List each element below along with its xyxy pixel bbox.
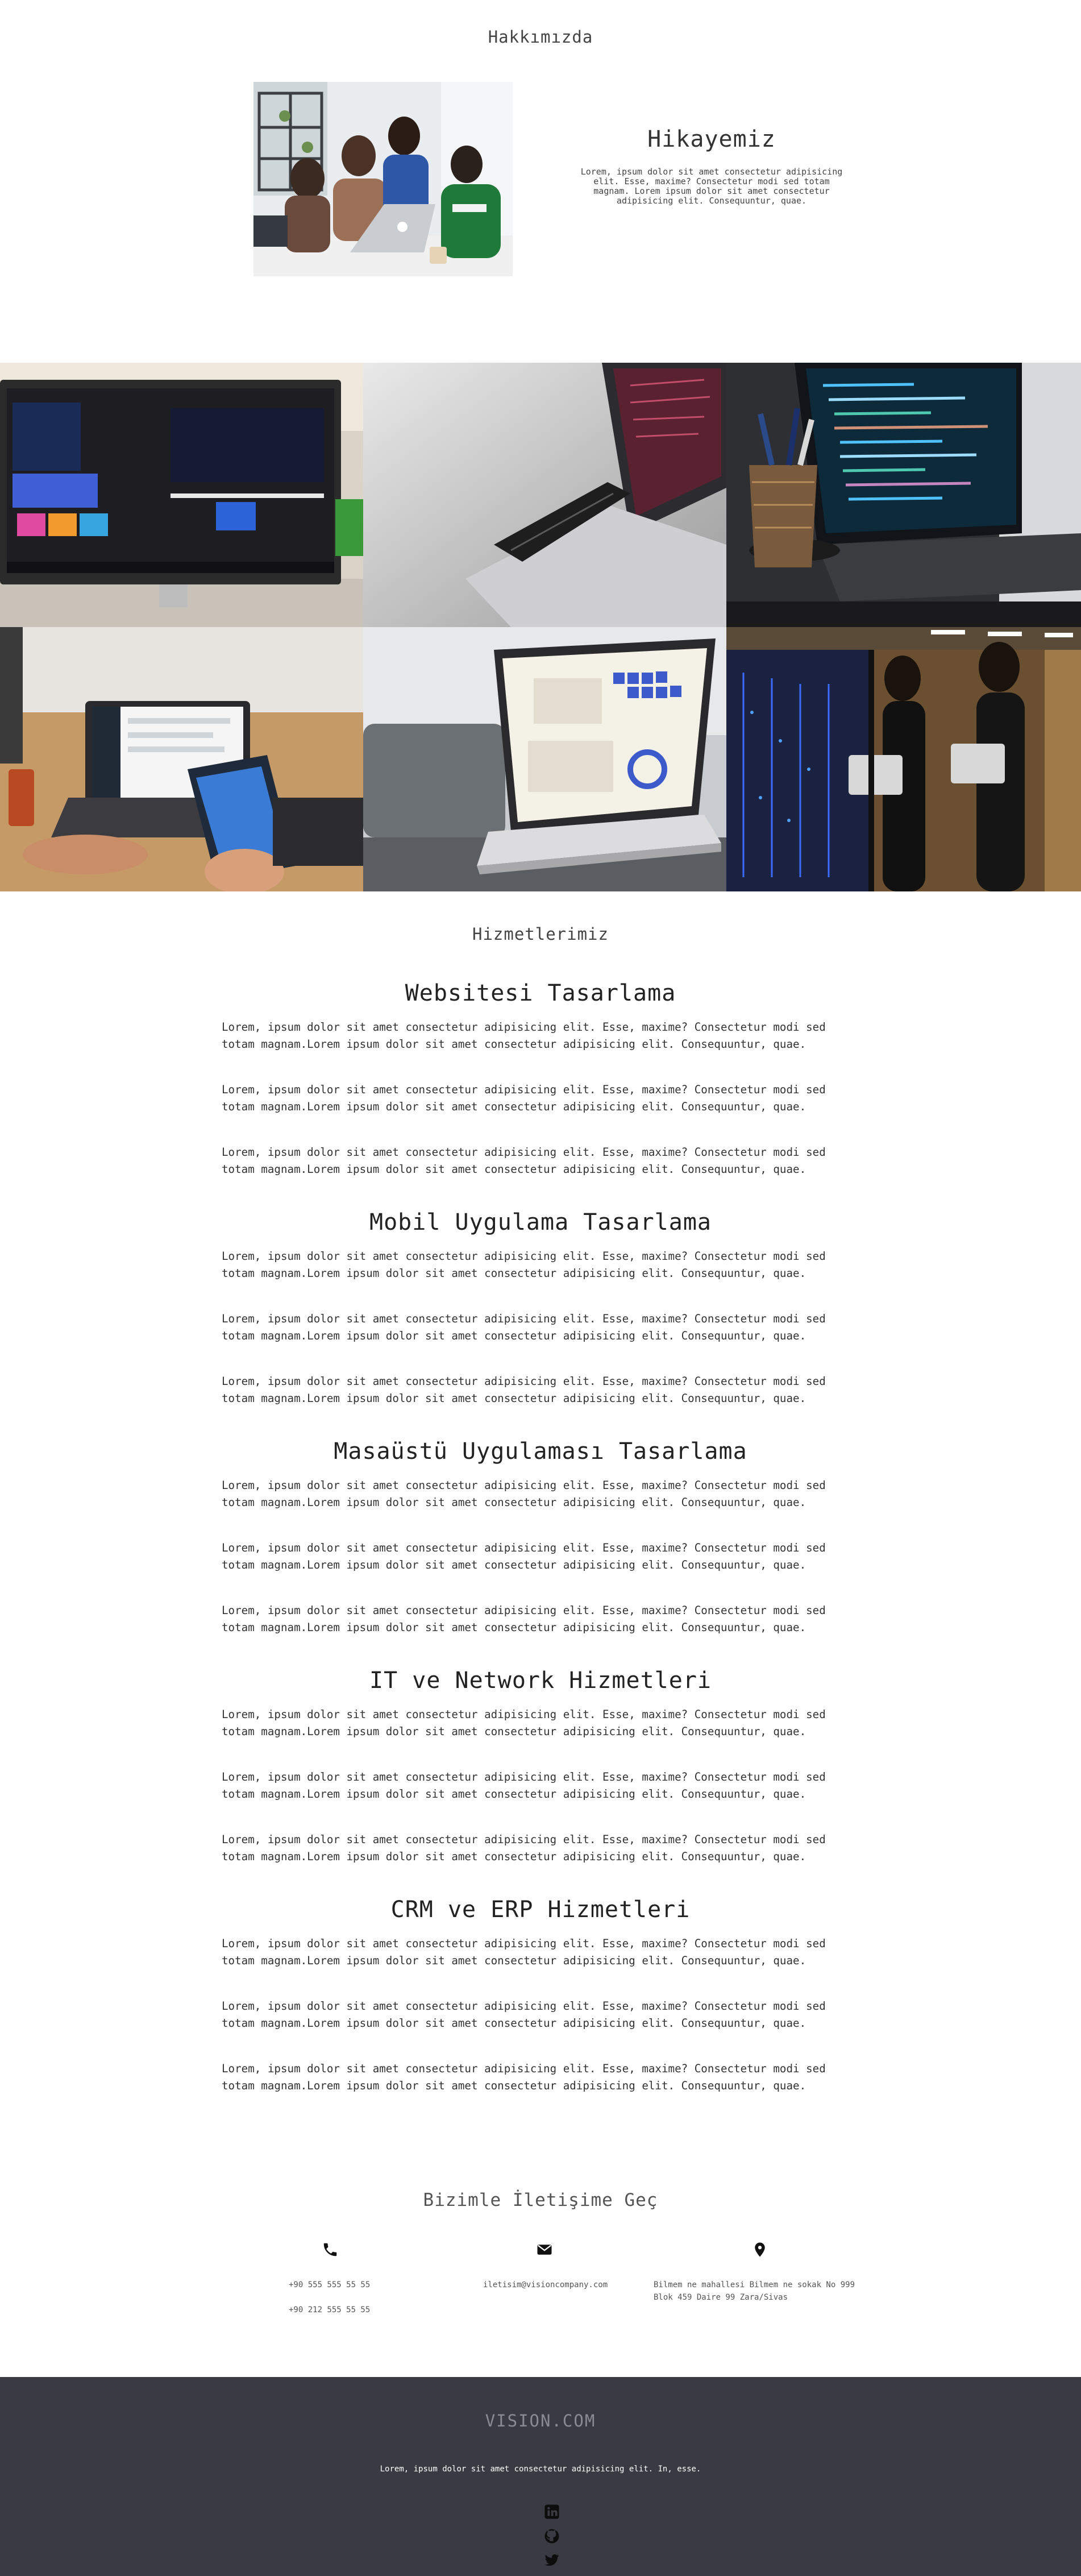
service-title: CRM ve ERP Hizmetleri xyxy=(390,1897,691,1923)
service-title: IT ve Network Hizmetleri xyxy=(369,1667,712,1694)
service-paragraph: Lorem, ipsum dolor sit amet consectetur … xyxy=(222,1833,826,1863)
story-title: Hikayemiz xyxy=(647,126,776,152)
phone-number-primary[interactable]: +90 555 555 55 55 xyxy=(289,2279,370,2291)
contact-title: Bizimle İletişime Geç xyxy=(423,2190,658,2210)
service-paragraph: Lorem, ipsum dolor sit amet consectetur … xyxy=(222,1083,826,1113)
service-mobile-app: Mobil Uygulama Tasarlama Lorem, ipsum do… xyxy=(0,1209,1081,1405)
footer: VISION.COM Lorem, ipsum dolor sit amet c… xyxy=(0,2377,1081,2576)
service-paragraph: Lorem, ipsum dolor sit amet consectetur … xyxy=(222,1021,826,1051)
twitter-icon[interactable] xyxy=(543,2552,560,2569)
service-title: Mobil Uygulama Tasarlama xyxy=(369,1209,712,1235)
service-paragraph: Lorem, ipsum dolor sit amet consectetur … xyxy=(222,1146,826,1176)
contact-email[interactable]: iletisim@visioncompany.com xyxy=(483,2279,608,2291)
gallery-image-monitor xyxy=(0,363,363,627)
service-paragraph: Lorem, ipsum dolor sit amet consectetur … xyxy=(222,2000,826,2030)
service-paragraph: Lorem, ipsum dolor sit amet consectetur … xyxy=(222,1479,826,1509)
service-paragraph: Lorem, ipsum dolor sit amet consectetur … xyxy=(222,1312,826,1342)
service-paragraph: Lorem, ipsum dolor sit amet consectetur … xyxy=(222,1937,826,1967)
image-gallery xyxy=(0,363,1081,891)
about-section: Hakkımızda Hikayemiz Lorem, ipsum dolor xyxy=(0,0,1081,363)
service-paragraph: Lorem, ipsum dolor sit amet consectetur … xyxy=(222,1604,826,1634)
contact-address: Bilmem ne mahallesi Bilmem ne sokak No 9… xyxy=(654,2280,855,2302)
service-title: Websitesi Tasarlama xyxy=(405,980,676,1006)
service-title: Masaüstü Uygulaması Tasarlama xyxy=(334,1438,747,1465)
gallery-image-laptop-dashboard xyxy=(363,627,726,891)
map-marker-icon xyxy=(755,2242,765,2257)
service-crm-erp: CRM ve ERP Hizmetleri Lorem, ipsum dolor… xyxy=(0,1897,1081,2092)
story-block: Hikayemiz Lorem, ipsum dolor sit amet co… xyxy=(574,126,849,206)
team-photo xyxy=(253,82,513,276)
service-paragraph: Lorem, ipsum dolor sit amet consectetur … xyxy=(222,2062,826,2092)
service-paragraph: Lorem, ipsum dolor sit amet consectetur … xyxy=(222,1375,826,1405)
gallery-image-phone-laptop xyxy=(0,627,363,891)
phone-number-secondary[interactable]: +90 212 555 55 55 xyxy=(289,2304,370,2316)
about-section-title: Hakkımızda xyxy=(488,27,593,47)
footer-text: Lorem, ipsum dolor sit amet consectetur … xyxy=(380,2465,701,2474)
envelope-icon xyxy=(537,2245,552,2255)
services-section-title: Hizmetlerimiz xyxy=(472,924,609,944)
footer-brand[interactable]: VISION.COM xyxy=(0,2411,1081,2430)
gallery-image-code-laptop xyxy=(726,363,1081,627)
linkedin-icon[interactable] xyxy=(543,2503,560,2520)
phone-icon xyxy=(323,2243,337,2256)
service-it-network: IT ve Network Hizmetleri Lorem, ipsum do… xyxy=(0,1667,1081,1863)
service-web-design: Websitesi Tasarlama Lorem, ipsum dolor s… xyxy=(0,980,1081,1176)
service-paragraph: Lorem, ipsum dolor sit amet consectetur … xyxy=(222,1770,826,1801)
service-paragraph: Lorem, ipsum dolor sit amet consectetur … xyxy=(222,1250,826,1280)
gallery-image-laptop-phone xyxy=(363,363,726,627)
service-desktop-app: Masaüstü Uygulaması Tasarlama Lorem, ips… xyxy=(0,1438,1081,1634)
story-text: Lorem, ipsum dolor sit amet consectetur … xyxy=(580,167,843,206)
contact-section: Bizimle İletişime Geç +90 555 555 55 55 … xyxy=(0,2175,1081,2377)
gallery-image-woman-tablet xyxy=(726,627,1081,891)
service-paragraph: Lorem, ipsum dolor sit amet consectetur … xyxy=(222,1708,826,1738)
service-paragraph: Lorem, ipsum dolor sit amet consectetur … xyxy=(222,1541,826,1571)
github-icon[interactable] xyxy=(543,2528,560,2545)
